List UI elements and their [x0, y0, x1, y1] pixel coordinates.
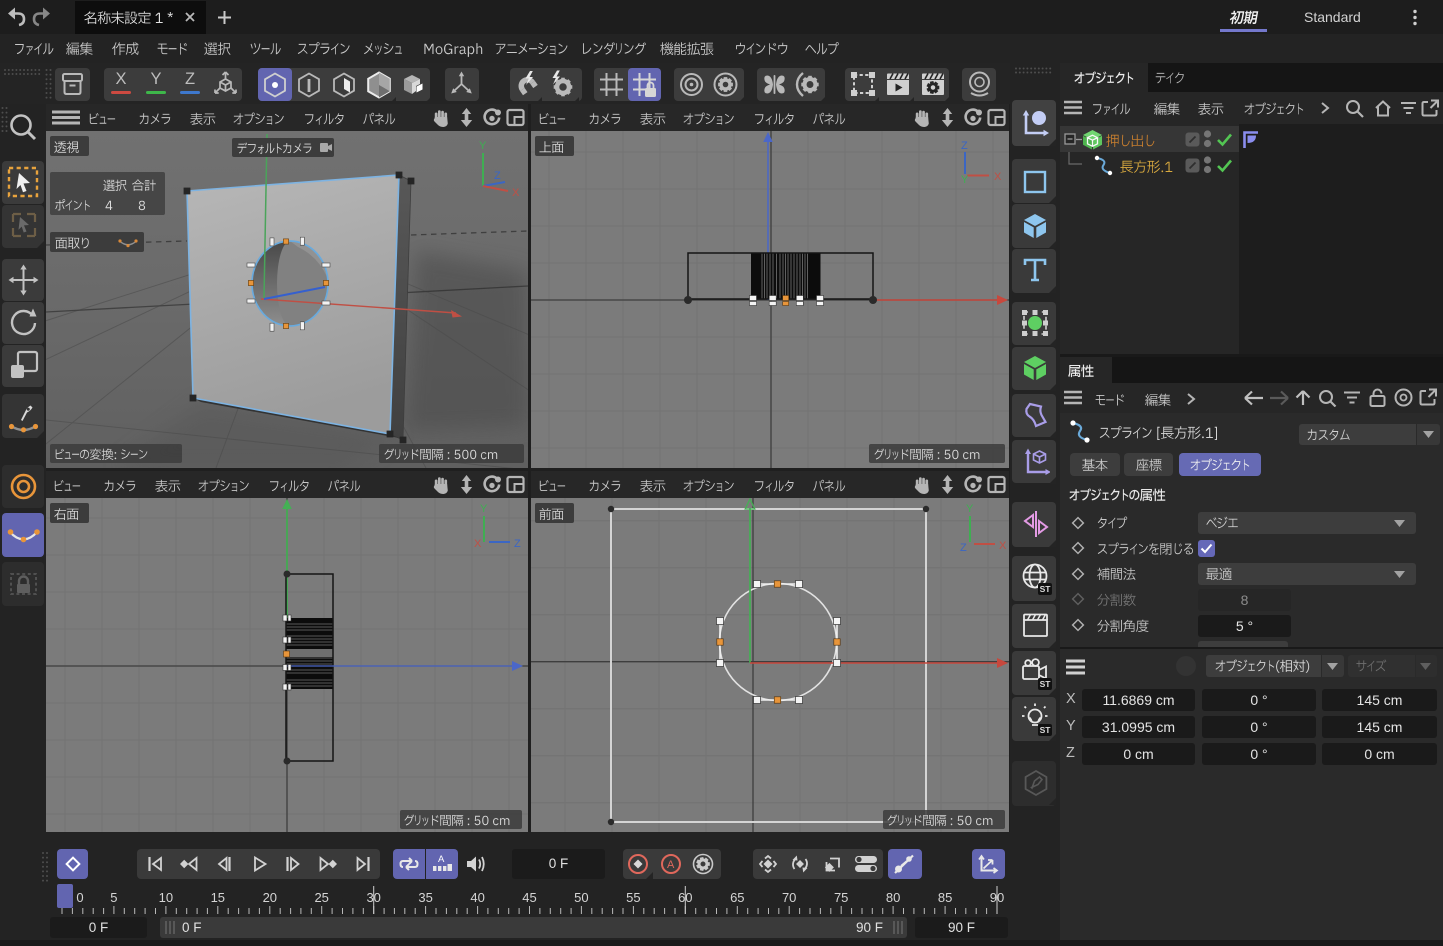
svg-text:X: X	[512, 187, 520, 199]
svg-text:80: 80	[886, 890, 900, 905]
svg-text:10: 10	[159, 890, 173, 905]
svg-text:Z: Z	[494, 170, 501, 182]
svg-text:Y: Y	[966, 503, 974, 515]
svg-text:85: 85	[938, 890, 952, 905]
svg-text:X: X	[474, 538, 482, 550]
svg-text:Y: Y	[961, 174, 969, 186]
svg-text:A: A	[667, 859, 675, 871]
svg-text:Z: Z	[961, 140, 968, 152]
svg-text:0: 0	[76, 890, 83, 905]
svg-text:50: 50	[574, 890, 588, 905]
svg-text:75: 75	[834, 890, 848, 905]
svg-text:Z: Z	[960, 542, 967, 554]
svg-text:35: 35	[418, 890, 432, 905]
svg-text:25: 25	[314, 890, 328, 905]
svg-text:55: 55	[626, 890, 640, 905]
svg-text:Y: Y	[480, 503, 488, 515]
svg-text:X: X	[999, 540, 1007, 552]
svg-text:15: 15	[211, 890, 225, 905]
svg-text:70: 70	[782, 890, 796, 905]
svg-text:45: 45	[522, 890, 536, 905]
svg-text:X: X	[994, 171, 1002, 183]
svg-text:65: 65	[730, 890, 744, 905]
svg-text:Y: Y	[479, 140, 487, 152]
svg-text:40: 40	[470, 890, 484, 905]
svg-text:20: 20	[263, 890, 277, 905]
svg-text:5: 5	[110, 890, 117, 905]
svg-text:Z: Z	[514, 538, 521, 550]
svg-text:A: A	[438, 854, 445, 865]
